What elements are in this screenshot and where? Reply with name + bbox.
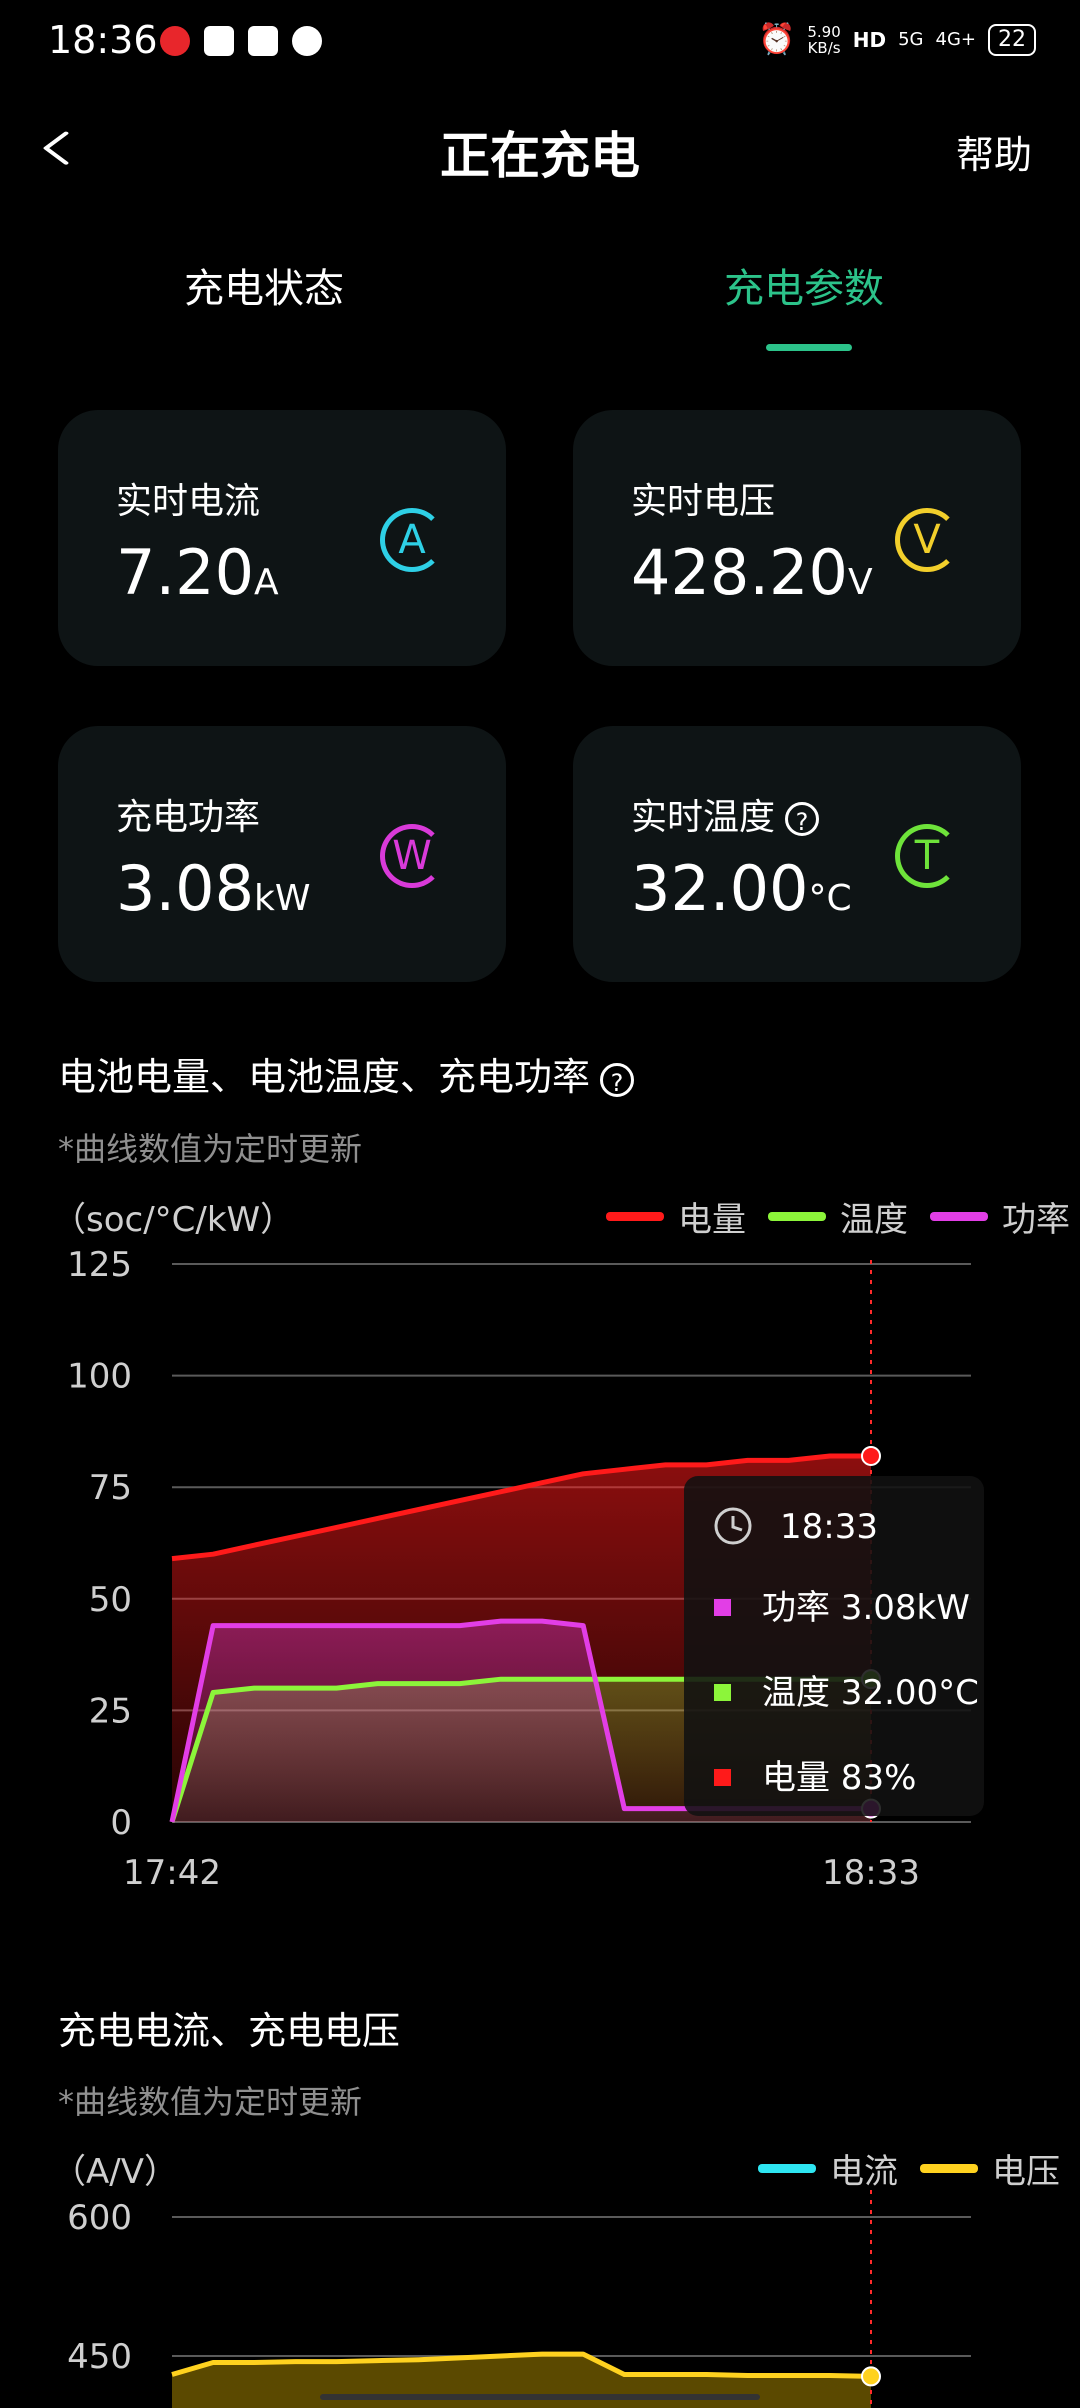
section2-unit-label: （A/V） <box>52 2152 178 2192</box>
chart-tooltip: 18:33 功率 3.08kW 温度 32.00°C 电量 83% <box>684 1476 984 1816</box>
hd-icon: HD <box>852 27 887 52</box>
y-tick-label: 125 <box>67 1245 132 1285</box>
legend-swatch-current <box>758 2164 816 2173</box>
tooltip-time: 18:33 <box>780 1507 878 1547</box>
signal-4g-icon: 4G+ <box>935 29 976 50</box>
tooltip-swatch-power <box>714 1599 731 1616</box>
legend-temp: 温度 <box>840 1200 908 1240</box>
power-label: 充电功率 <box>116 797 261 838</box>
y-tick-label: 600 <box>67 2198 132 2238</box>
battery-icon: 22 <box>988 23 1036 56</box>
legend-swatch-voltage <box>920 2164 978 2173</box>
mail-icon <box>204 26 234 56</box>
legend-voltage: 电压 <box>992 2152 1060 2192</box>
section2-note: *曲线数值为定时更新 <box>58 2083 363 2121</box>
legend-power: 功率 <box>1002 1200 1070 1240</box>
y-tick-label: 450 <box>67 2337 132 2377</box>
y-tick-label: 0 <box>110 1803 132 1843</box>
section1-unit-label: （soc/°C/kW） <box>52 1200 295 1240</box>
help-button[interactable]: 帮助 <box>956 124 1032 179</box>
card-current: 实时电流 7.20A A <box>58 410 506 666</box>
music-app-icon <box>160 26 190 56</box>
status-time: 18:36 <box>48 18 158 62</box>
power-value: 3.08kW <box>116 852 311 925</box>
legend-current: 电流 <box>830 2152 898 2192</box>
series-endpoint-电压 <box>861 2366 881 2387</box>
notification-icons <box>160 26 322 56</box>
watt-icon: W <box>380 824 444 888</box>
volt-icon: V <box>895 508 959 572</box>
x-tick-label: 17:42 <box>123 1853 221 1893</box>
card-power: 充电功率 3.08kW W <box>58 726 506 982</box>
current-value: 7.20A <box>116 536 279 609</box>
alarm-icon: ⏰ <box>758 22 796 57</box>
signal-5g-icon: 5G <box>898 29 924 50</box>
ampere-icon: A <box>380 508 444 572</box>
legend-swatch-power <box>930 1212 988 1221</box>
current-voltage-chart[interactable]: 450 600 <box>0 2190 1080 2408</box>
section2-title: 充电电流、充电电压 <box>58 2009 401 2053</box>
series-endpoint-电量 <box>861 1445 881 1466</box>
help-circle-icon[interactable]: ? <box>600 1062 635 1097</box>
tooltip-temp: 温度 32.00°C <box>762 1673 979 1713</box>
soc-temp-power-chart[interactable]: 0 25 50 75 100 125 17:42 18:33 18:33 功率 3.08kW… <box>0 1240 1080 1900</box>
tab-charging-status[interactable]: 充电状态 <box>184 256 344 314</box>
tooltip-swatch-soc <box>714 1769 731 1786</box>
section1-title-row: 电池电量、电池温度、充电功率? <box>58 1046 635 1101</box>
card-temperature: 实时温度? 32.00°C T <box>573 726 1021 982</box>
active-tab-indicator <box>766 344 852 351</box>
y-tick-label: 75 <box>89 1468 132 1508</box>
app-notification-icon <box>248 26 278 56</box>
help-circle-icon[interactable]: ? <box>785 802 820 836</box>
y-tick-label: 25 <box>89 1691 132 1731</box>
tooltip-power: 功率 3.08kW <box>762 1588 970 1628</box>
legend-swatch-temp <box>768 1212 826 1221</box>
y-tick-label: 50 <box>89 1580 132 1620</box>
thermometer-t-icon: T <box>895 824 959 888</box>
current-label: 实时电流 <box>116 481 261 522</box>
voltage-label: 实时电压 <box>631 481 776 522</box>
home-indicator <box>320 2394 760 2400</box>
speedometer-icon <box>292 26 322 56</box>
temperature-value: 32.00°C <box>631 852 852 925</box>
tooltip-soc: 电量 83% <box>762 1758 916 1798</box>
legend-swatch-soc <box>606 1212 664 1221</box>
tooltip-swatch-temp <box>714 1684 731 1701</box>
card-voltage: 实时电压 428.20V V <box>573 410 1021 666</box>
x-tick-label: 18:33 <box>822 1853 920 1893</box>
system-status: ⏰ 5.90 KB/s HD 5G 4G+ 22 <box>758 22 1036 57</box>
tab-charging-params[interactable]: 充电参数 <box>724 256 884 314</box>
legend-soc: 电量 <box>678 1200 746 1240</box>
net-speed: 5.90 KB/s <box>807 22 841 57</box>
voltage-value: 428.20V <box>631 536 873 609</box>
temperature-label-row: 实时温度? <box>631 788 820 840</box>
section1-note: *曲线数值为定时更新 <box>58 1130 363 1168</box>
section1-title: 电池电量、电池温度、充电功率 <box>58 1055 591 1099</box>
y-tick-label: 100 <box>67 1357 132 1397</box>
temperature-label: 实时温度 <box>631 797 776 838</box>
page-title: 正在充电 <box>440 127 640 185</box>
section1-legend: 电量 温度 功率 <box>606 1192 1070 1241</box>
section2-legend: 电流 电压 <box>758 2144 1060 2193</box>
